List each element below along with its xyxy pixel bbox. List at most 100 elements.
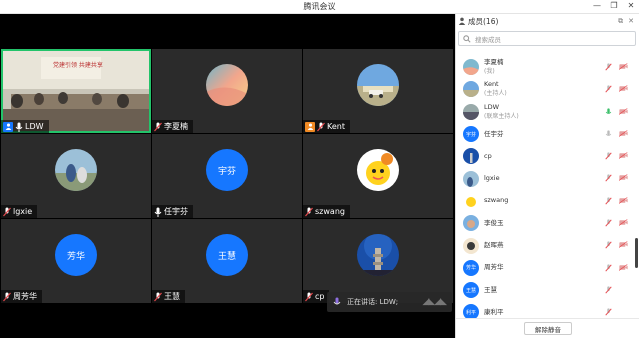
speaker-mic-icon	[333, 297, 341, 305]
participant-name: 周芳华	[13, 292, 37, 301]
member-name: Kent	[484, 80, 499, 89]
mic-muted-icon[interactable]	[605, 241, 612, 249]
list-item[interactable]: 王慧 王慧	[456, 279, 634, 301]
camera-off-icon[interactable]	[619, 174, 628, 182]
video-tile[interactable]: 党建引领 共建共享 LDW	[1, 49, 151, 133]
mic-muted-icon	[154, 292, 162, 301]
avatar: 芳华	[463, 259, 479, 276]
camera-off-icon[interactable]	[619, 63, 628, 70]
restore-icon[interactable]: ❐	[610, 1, 618, 10]
video-tile[interactable]: 李夏楠	[152, 49, 302, 133]
avatar: 芳华	[55, 234, 97, 276]
member-name: 康利平	[484, 307, 504, 316]
participant-name: 任宇芬	[164, 207, 188, 216]
window-title: 腾讯会议	[303, 2, 336, 11]
panel-close-icon[interactable]: ✕	[628, 17, 634, 26]
search-icon	[463, 35, 471, 43]
name-tag: 王慧	[152, 290, 185, 303]
list-item[interactable]: lgxie	[456, 167, 634, 189]
mic-muted-icon	[154, 122, 162, 131]
video-tile[interactable]: lgxie	[1, 134, 151, 218]
camera-off-icon[interactable]	[619, 196, 628, 204]
name-tag: 周芳华	[1, 290, 42, 303]
video-tile[interactable]: 芳华 周芳华	[1, 219, 151, 303]
avatar	[357, 64, 399, 106]
camera-off-icon[interactable]	[619, 219, 628, 226]
camera-off-icon[interactable]	[619, 263, 628, 271]
mic-muted-icon[interactable]	[605, 63, 612, 71]
member-name: 王慧	[484, 285, 497, 294]
list-item[interactable]: 利平 康利平	[456, 301, 634, 318]
participant-name: LDW	[25, 122, 44, 131]
mic-muted-icon[interactable]	[605, 219, 612, 227]
list-item[interactable]: 芳华 周芳华	[456, 257, 634, 279]
list-item[interactable]: 李俊玉	[456, 212, 634, 234]
video-tile[interactable]: szwang	[303, 134, 453, 218]
mic-muted-icon[interactable]	[605, 197, 612, 205]
avatar	[463, 148, 479, 165]
avatar	[463, 192, 479, 209]
avatar: 王慧	[463, 282, 479, 299]
name-tag: cp	[303, 290, 330, 303]
mic-muted-icon	[3, 207, 11, 216]
close-icon[interactable]: ✕	[627, 1, 635, 10]
member-list-scrollbar[interactable]	[635, 238, 638, 268]
name-tag: 李夏楠	[152, 120, 193, 133]
video-tile[interactable]: 王慧 王慧	[152, 219, 302, 303]
avatar	[206, 64, 248, 106]
minimize-icon[interactable]: —	[593, 1, 601, 10]
camera-off-icon[interactable]	[619, 85, 628, 93]
popout-icon[interactable]: ⧉	[618, 17, 623, 26]
avatar	[463, 215, 479, 232]
list-item[interactable]: cp	[456, 145, 634, 167]
mic-icon	[154, 207, 162, 217]
camera-off-icon[interactable]	[619, 130, 628, 137]
search-input[interactable]: 搜索成员	[458, 31, 636, 46]
mic-muted-icon[interactable]	[605, 308, 612, 316]
mic-muted-icon[interactable]	[605, 174, 612, 183]
title-bar: 腾讯会议 — ❐ ✕	[0, 0, 639, 14]
video-grid: 党建引领 共建共享 LDW 李夏楠 Kent lgxie 宇芬 任宇芬 szwa…	[0, 14, 455, 338]
mic-muted-icon[interactable]	[605, 264, 612, 272]
member-name: 赵晖燕	[484, 241, 504, 250]
video-tile[interactable]: 宇芬 任宇芬	[152, 134, 302, 218]
avatar	[463, 59, 479, 76]
mic-muted-icon[interactable]	[605, 85, 612, 93]
mic-muted-icon[interactable]	[605, 286, 612, 294]
mic-icon	[15, 122, 23, 132]
list-item[interactable]: 李夏楠 (我)	[456, 56, 634, 78]
camera-off-icon[interactable]	[619, 152, 628, 159]
mic-icon[interactable]	[605, 107, 612, 116]
participant-name: 王慧	[164, 292, 180, 301]
list-item[interactable]: LDW (联席主持人)	[456, 101, 634, 123]
avatar: 利平	[463, 304, 479, 318]
svg-text:党建引领 共建共享: 党建引领 共建共享	[53, 61, 103, 69]
participant-name: 李夏楠	[164, 122, 188, 131]
member-name: 李俊玉	[484, 218, 504, 227]
participant-name: szwang	[315, 207, 345, 216]
avatar	[55, 149, 97, 191]
mic-icon[interactable]	[605, 130, 612, 138]
video-tile[interactable]: Kent	[303, 49, 453, 133]
search-placeholder: 搜索成员	[475, 35, 501, 44]
avatar: 宇芬	[206, 149, 248, 191]
video-tile[interactable]: cp	[303, 219, 453, 303]
list-item[interactable]: 宇芬 任宇芬	[456, 123, 634, 145]
mic-muted-icon[interactable]	[605, 152, 612, 160]
camera-off-icon[interactable]	[619, 241, 628, 249]
waveform-icon: ◢◣◢◣	[422, 297, 447, 307]
member-name: cp	[484, 151, 492, 160]
list-item[interactable]: Kent (主持人)	[456, 78, 634, 100]
mic-muted-icon	[3, 292, 11, 301]
unmute-all-button[interactable]: 解除静音	[524, 322, 572, 335]
name-tag: szwang	[303, 205, 350, 218]
list-item[interactable]: szwang	[456, 190, 634, 212]
member-list: 李夏楠(我) Kent(主持人) LDW(联席主持人) 宇芬 任宇芬 cp	[456, 56, 634, 318]
name-tag: Kent	[303, 120, 350, 133]
camera-off-icon[interactable]	[619, 107, 628, 115]
avatar: 宇芬	[463, 126, 479, 143]
list-item[interactable]: 赵晖燕	[456, 234, 634, 256]
avatar	[357, 234, 399, 276]
name-tag: LDW	[1, 120, 49, 133]
name-tag: 任宇芬	[152, 205, 193, 218]
